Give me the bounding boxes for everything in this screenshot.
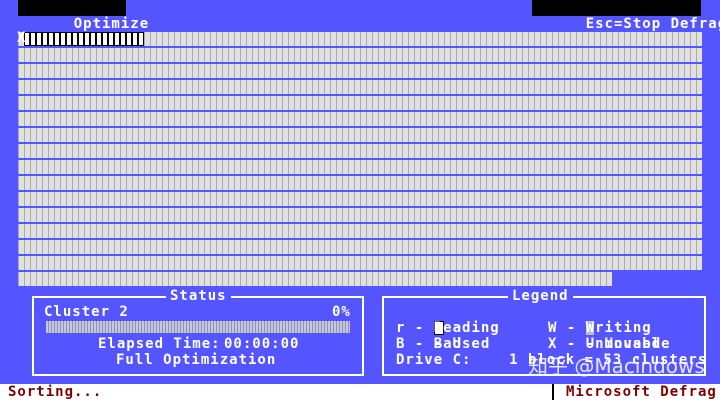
cluster-map <box>18 32 702 288</box>
writing-symbol: W <box>548 320 558 336</box>
cluster-block <box>696 176 702 190</box>
unmovable-symbol: X <box>548 336 558 352</box>
app-name: Microsoft Defrag <box>566 384 717 400</box>
cluster-block <box>696 208 702 222</box>
legend-reading-label: - Reading <box>414 320 500 336</box>
optimize-menu-button[interactable]: Optimize <box>18 0 148 32</box>
bad-symbol: B <box>396 336 406 352</box>
legend-writing-label: - Writing <box>566 320 652 336</box>
legend-bad-label: - Bad <box>414 336 463 352</box>
status-message: Sorting... <box>8 384 103 400</box>
current-cluster-marker: X <box>17 30 26 46</box>
status-panel: Status Cluster 2 0% Elapsed Time: 00:00:… <box>32 288 364 376</box>
cluster-block <box>696 80 702 94</box>
cluster-block <box>696 192 702 206</box>
legend-unmovable-label: - Unmovable <box>566 336 671 352</box>
cluster-block <box>696 32 702 46</box>
cluster-block <box>606 272 612 286</box>
cluster-block <box>696 112 702 126</box>
cluster-block <box>696 96 702 110</box>
reading-symbol: r <box>396 320 406 336</box>
optimization-method: Full Optimization <box>116 352 277 368</box>
elapsed-time-value: 00:00:00 <box>224 336 300 352</box>
cluster-block <box>696 128 702 142</box>
progress-bar <box>46 321 350 333</box>
legend-reading: r - Reading <box>396 320 500 336</box>
elapsed-time-label: Elapsed Time: <box>98 336 221 352</box>
cluster-block <box>696 64 702 78</box>
status-bar-divider <box>552 384 554 400</box>
status-bar: Sorting... Microsoft Defrag <box>0 384 720 400</box>
cluster-block <box>696 144 702 158</box>
progress-percent: 0% <box>332 304 351 320</box>
cluster-label: Cluster 2 <box>44 304 129 320</box>
stop-defrag-button[interactable]: Esc=Stop Defrag <box>532 0 720 32</box>
legend-unmovable: X - Unmovable <box>548 336 671 352</box>
cluster-block <box>696 48 702 62</box>
optimize-menu-label: Optimize <box>73 16 150 32</box>
stop-defrag-label: Esc=Stop Defrag <box>585 16 720 32</box>
watermark: 知乎 @Macindows <box>528 354 705 378</box>
cluster-block <box>696 160 702 174</box>
cluster-block <box>696 256 702 270</box>
legend-panel-title: Legend <box>508 288 573 304</box>
cluster-block <box>696 224 702 238</box>
menu-bar: Optimize Esc=Stop Defrag <box>0 0 720 32</box>
legend-writing: W - Writing <box>548 320 652 336</box>
cluster-block <box>696 240 702 254</box>
status-panel-title: Status <box>166 288 231 304</box>
legend-bad: B - Bad <box>396 336 462 352</box>
